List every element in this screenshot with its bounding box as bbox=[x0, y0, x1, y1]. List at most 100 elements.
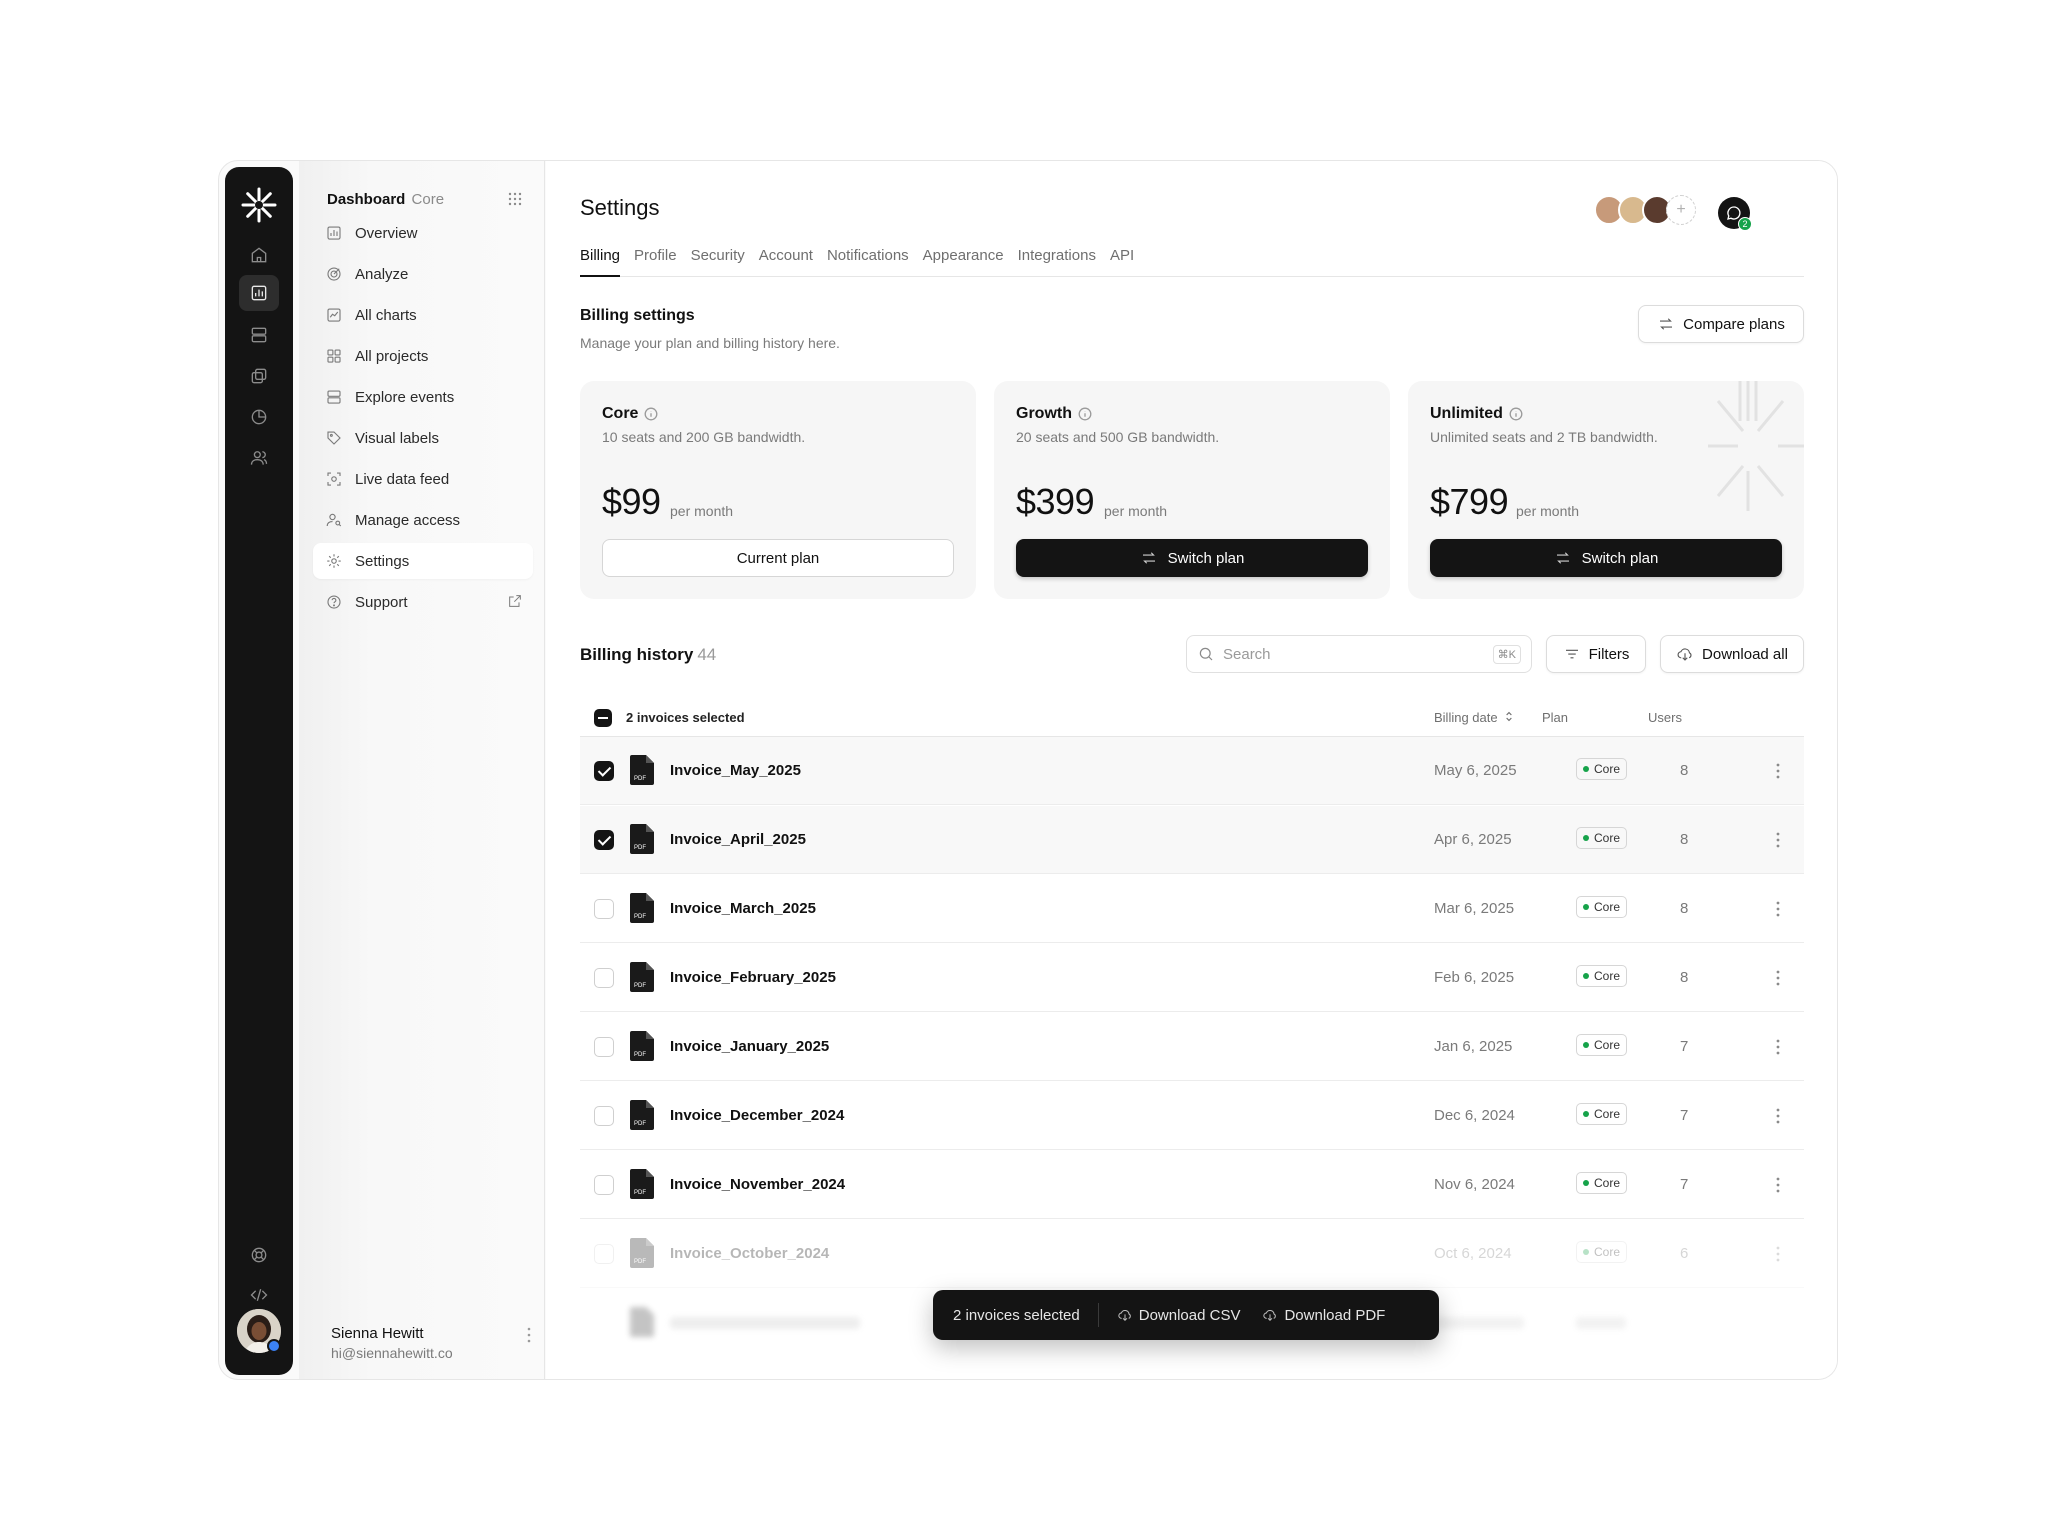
invoice-users: 7 bbox=[1680, 1176, 1689, 1193]
rail-reports-button[interactable] bbox=[239, 399, 279, 435]
table-header: 2 invoices selected Billing date Plan Us… bbox=[580, 697, 1804, 737]
table-row[interactable]: PDF Invoice_November_2024 Nov 6, 2024 Co… bbox=[580, 1151, 1804, 1219]
info-icon[interactable] bbox=[1509, 407, 1523, 421]
sidebar-item-settings[interactable]: Settings bbox=[313, 543, 533, 579]
tab-api[interactable]: API bbox=[1110, 243, 1134, 277]
pdf-file-icon: PDF bbox=[630, 1238, 654, 1268]
download-all-label: Download all bbox=[1702, 645, 1788, 663]
table-row[interactable]: PDF Invoice_February_2025 Feb 6, 2025 Co… bbox=[580, 944, 1804, 1012]
more-vertical-icon[interactable] bbox=[1776, 1039, 1780, 1055]
apps-grid-icon[interactable] bbox=[507, 191, 523, 207]
tab-billing[interactable]: Billing bbox=[580, 243, 621, 277]
sidebar-item-visual-labels[interactable]: Visual labels bbox=[313, 420, 533, 456]
status-dot bbox=[1583, 1249, 1589, 1255]
invoice-name[interactable]: Invoice_March_2025 bbox=[670, 900, 816, 917]
invoice-name[interactable]: Invoice_February_2025 bbox=[670, 969, 836, 986]
grid-icon bbox=[327, 349, 341, 363]
tab-appearance[interactable]: Appearance bbox=[923, 243, 1004, 277]
more-vertical-icon[interactable] bbox=[1776, 763, 1780, 779]
invoice-name[interactable]: Invoice_January_2025 bbox=[670, 1038, 829, 1055]
row-checkbox[interactable] bbox=[594, 968, 614, 988]
table-row[interactable]: PDF Invoice_May_2025 May 6, 2025 Core 8 bbox=[580, 737, 1804, 805]
team-avatars[interactable]: + bbox=[1594, 195, 1696, 225]
more-vertical-icon[interactable] bbox=[1776, 970, 1780, 986]
selection-toolbar: 2 invoices selected Download CSV Downloa… bbox=[933, 1290, 1439, 1340]
sidebar-item-label: Manage access bbox=[355, 511, 461, 529]
search-field[interactable]: ⌘K bbox=[1186, 635, 1532, 673]
brand-title: Dashboard Core bbox=[327, 191, 444, 208]
row-checkbox[interactable] bbox=[594, 1244, 614, 1264]
sidebar-item-overview[interactable]: Overview bbox=[313, 215, 533, 251]
plan-card-core: Core 10 seats and 200 GB bandwidth. $99 … bbox=[580, 381, 976, 599]
tab-security[interactable]: Security bbox=[691, 243, 745, 277]
rail-users-button[interactable] bbox=[239, 440, 279, 476]
tab-notifications[interactable]: Notifications bbox=[827, 243, 909, 277]
invoice-name[interactable]: Invoice_April_2025 bbox=[670, 831, 806, 848]
focus-icon bbox=[327, 472, 341, 486]
invoice-name[interactable]: Invoice_November_2024 bbox=[670, 1176, 845, 1193]
search-icon bbox=[1199, 647, 1213, 661]
rail-layers-button[interactable] bbox=[239, 317, 279, 353]
more-vertical-icon[interactable] bbox=[1776, 1246, 1780, 1262]
more-vertical-icon[interactable] bbox=[1776, 901, 1780, 917]
rail-help-button[interactable] bbox=[239, 1237, 279, 1273]
row-checkbox[interactable] bbox=[594, 1106, 614, 1126]
invoice-name[interactable]: Invoice_May_2025 bbox=[670, 762, 801, 779]
current-plan-button[interactable]: Current plan bbox=[602, 539, 954, 577]
download-csv-button[interactable]: Download CSV bbox=[1117, 1307, 1240, 1324]
rail-home-button[interactable] bbox=[239, 237, 279, 273]
pdf-file-icon: PDF bbox=[630, 962, 654, 992]
sidebar-item-live-data-feed[interactable]: Live data feed bbox=[313, 461, 533, 497]
billing-settings-title: Billing settings bbox=[580, 307, 695, 324]
rail-dashboard-button[interactable] bbox=[239, 275, 279, 311]
invoice-name[interactable]: Invoice_October_2024 bbox=[670, 1245, 829, 1262]
copy-icon bbox=[251, 368, 267, 384]
column-billing-date[interactable]: Billing date bbox=[1434, 710, 1513, 725]
more-vertical-icon[interactable] bbox=[1776, 1177, 1780, 1193]
info-icon[interactable] bbox=[644, 407, 658, 421]
icon-rail bbox=[225, 167, 293, 1375]
table-row[interactable]: PDF Invoice_December_2024 Dec 6, 2024 Co… bbox=[580, 1082, 1804, 1150]
compare-plans-button[interactable]: Compare plans bbox=[1638, 305, 1804, 343]
tab-account[interactable]: Account bbox=[759, 243, 813, 277]
more-vertical-icon[interactable] bbox=[1776, 1108, 1780, 1124]
row-checkbox[interactable] bbox=[594, 761, 614, 781]
sidebar-item-all-projects[interactable]: All projects bbox=[313, 338, 533, 374]
select-all-checkbox[interactable] bbox=[594, 709, 612, 727]
user-key-icon bbox=[326, 513, 342, 527]
table-row[interactable]: PDF Invoice_January_2025 Jan 6, 2025 Cor… bbox=[580, 1013, 1804, 1081]
target-icon bbox=[327, 267, 341, 281]
sidebar-item-support[interactable]: Support bbox=[313, 584, 533, 620]
row-checkbox[interactable] bbox=[594, 1175, 614, 1195]
more-vertical-icon[interactable] bbox=[527, 1327, 531, 1343]
rail-code-button[interactable] bbox=[239, 1277, 279, 1313]
pdf-file-icon: PDF bbox=[630, 824, 654, 854]
table-row[interactable]: PDF Invoice_March_2025 Mar 6, 2025 Core … bbox=[580, 875, 1804, 943]
invoice-name[interactable]: Invoice_December_2024 bbox=[670, 1107, 844, 1124]
table-row[interactable]: PDF Invoice_April_2025 Apr 6, 2025 Core … bbox=[580, 806, 1804, 874]
tab-integrations[interactable]: Integrations bbox=[1018, 243, 1096, 277]
sidebar-item-label: Live data feed bbox=[355, 470, 450, 488]
sidebar-item-manage-access[interactable]: Manage access bbox=[313, 502, 533, 538]
sidebar-item-explore-events[interactable]: Explore events bbox=[313, 379, 533, 415]
info-icon[interactable] bbox=[1078, 407, 1092, 421]
sidebar-item-all-charts[interactable]: All charts bbox=[313, 297, 533, 333]
row-checkbox[interactable] bbox=[594, 830, 614, 850]
rail-copy-button[interactable] bbox=[239, 358, 279, 394]
cloud-download-icon bbox=[1263, 1310, 1277, 1322]
search-input[interactable] bbox=[1223, 645, 1485, 663]
filters-button[interactable]: Filters bbox=[1546, 635, 1646, 673]
sidebar-item-analyze[interactable]: Analyze bbox=[313, 256, 533, 292]
download-pdf-label: Download PDF bbox=[1284, 1306, 1386, 1324]
download-pdf-button[interactable]: Download PDF bbox=[1262, 1307, 1385, 1324]
add-member-button[interactable]: + bbox=[1666, 195, 1696, 225]
switch-plan-button[interactable]: Switch plan bbox=[1016, 539, 1368, 577]
switch-plan-button[interactable]: Switch plan bbox=[1430, 539, 1782, 577]
row-checkbox[interactable] bbox=[594, 1037, 614, 1057]
download-all-button[interactable]: Download all bbox=[1660, 635, 1804, 673]
tab-profile[interactable]: Profile bbox=[634, 243, 677, 277]
table-row[interactable]: PDF Invoice_October_2024 Oct 6, 2024 Cor… bbox=[580, 1220, 1804, 1288]
plan-button-label: Switch plan bbox=[1167, 549, 1245, 567]
row-checkbox[interactable] bbox=[594, 899, 614, 919]
more-vertical-icon[interactable] bbox=[1776, 832, 1780, 848]
